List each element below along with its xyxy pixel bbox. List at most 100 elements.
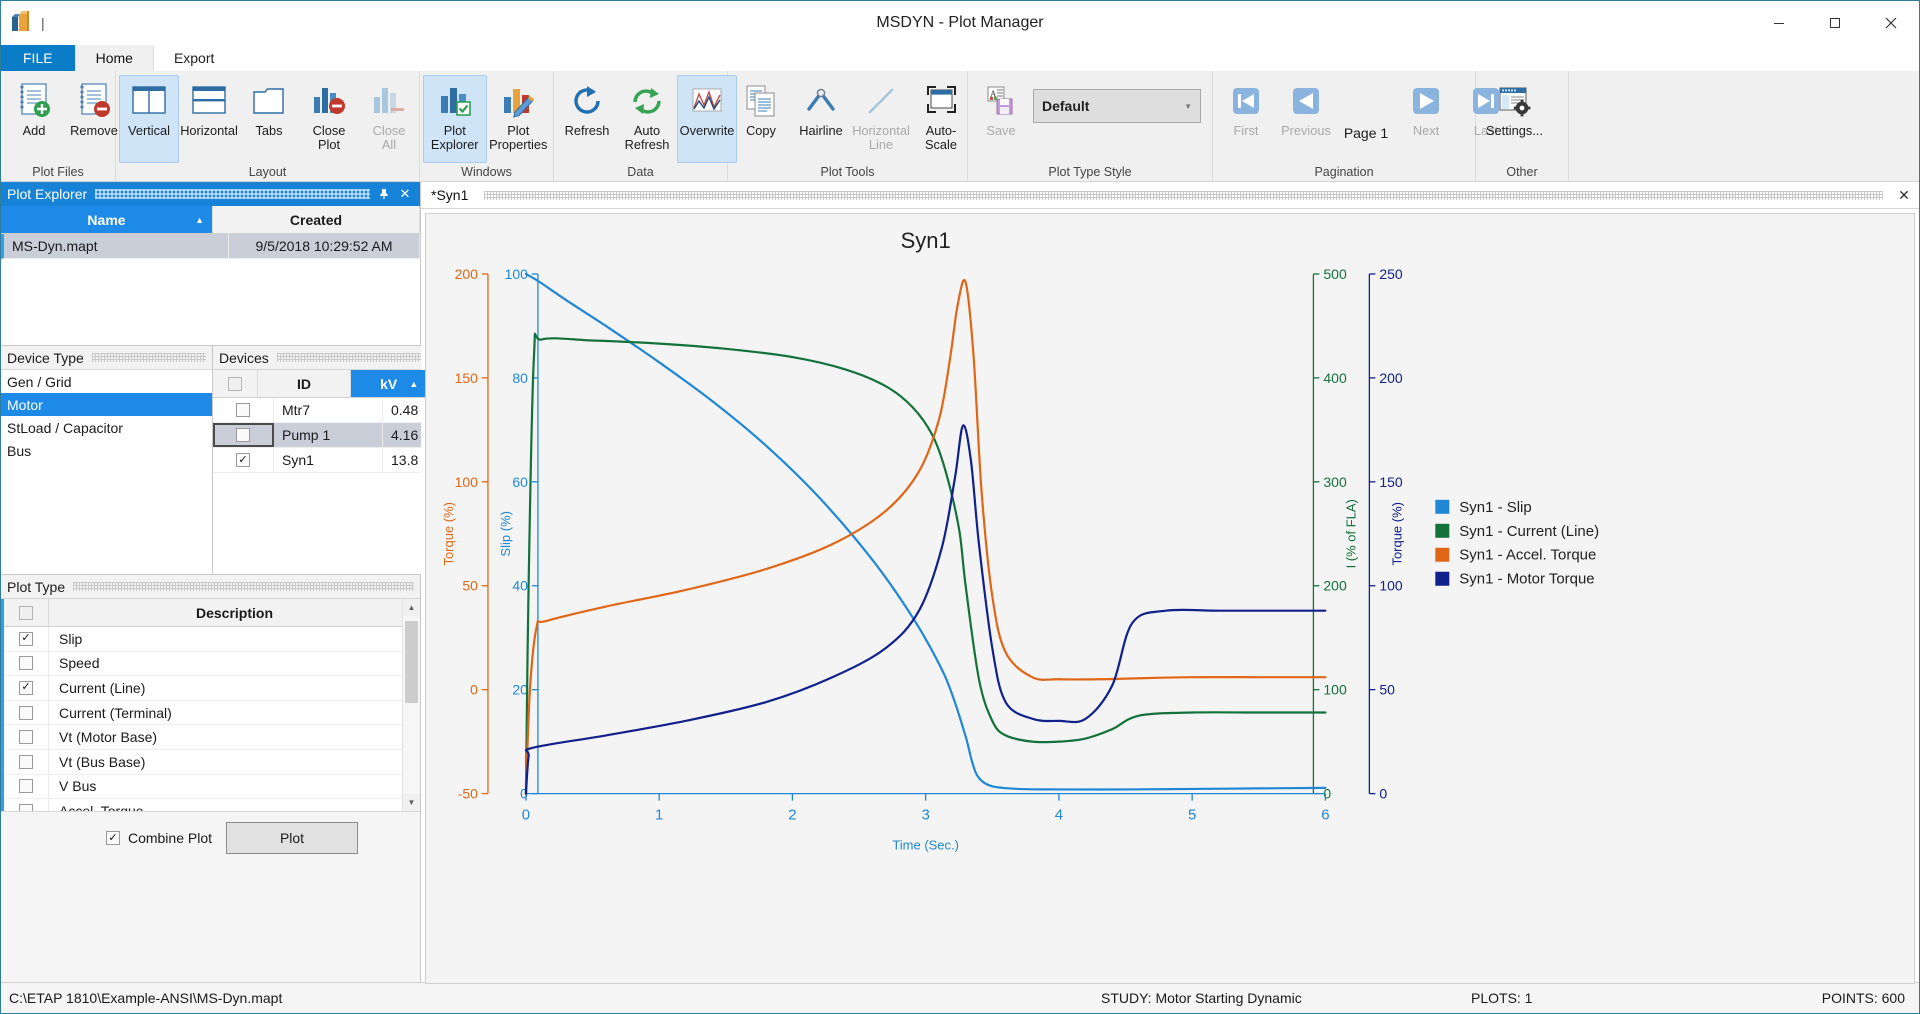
title-bar: | MSDYN - Plot Manager [1, 1, 1919, 45]
overwrite-label: Overwrite [680, 124, 735, 138]
hairline-button[interactable]: Hairline [791, 75, 851, 163]
plot-type-checkbox[interactable] [19, 779, 33, 793]
plot-manager-window: | MSDYN - Plot Manager FILE Home Export [0, 0, 1920, 1014]
refresh-button[interactable]: Refresh [557, 75, 617, 163]
next-page-button[interactable]: Next [1396, 75, 1456, 163]
copy-button[interactable]: Copy [731, 75, 791, 163]
devices-select-all-header[interactable] [213, 370, 258, 398]
previous-page-button[interactable]: Previous [1276, 75, 1336, 163]
plot-type-scrollbar[interactable]: ▲ ▼ [402, 599, 420, 811]
device-checkbox-cell[interactable]: ✓ [213, 448, 274, 472]
device-checkbox[interactable]: ✓ [236, 453, 250, 467]
auto-scale-button[interactable]: Auto-Scale [911, 75, 971, 163]
select-all-checkbox[interactable] [228, 377, 242, 391]
scrollbar-thumb[interactable] [405, 621, 418, 703]
close-button[interactable] [1863, 1, 1919, 45]
layout-vertical-label: Vertical [128, 124, 170, 138]
plot-type-style-combo[interactable]: Default ▼ [1033, 89, 1201, 123]
list-item[interactable]: V Bus [4, 775, 420, 800]
plot-type-checkbox[interactable] [19, 730, 33, 744]
table-row[interactable]: ✓ Syn1 13.8 [213, 448, 427, 473]
sidebar-item-stload-capacitor[interactable]: StLoad / Capacitor [1, 416, 212, 439]
pin-icon[interactable] [378, 188, 396, 200]
tab-syn1[interactable]: *Syn1 [421, 187, 478, 203]
list-item[interactable]: Vt (Motor Base) [4, 725, 420, 750]
layout-horizontal-button[interactable]: Horizontal [179, 75, 239, 163]
layout-vertical-button[interactable]: Vertical [119, 75, 179, 163]
ribbon-group-label-plot-tools: Plot Tools [731, 163, 964, 181]
close-all-button[interactable]: Close All [359, 75, 419, 163]
tab-home[interactable]: Home [75, 44, 154, 71]
device-id-cell: Syn1 [274, 448, 383, 472]
sidebar-item-motor[interactable]: Motor [1, 393, 212, 416]
plot-type-select-all-header[interactable] [4, 599, 49, 626]
close-icon[interactable]: ✕ [396, 186, 414, 202]
plot-type-checkbox[interactable] [19, 656, 33, 670]
combine-plot-checkbox-row[interactable]: ✓ Combine Plot [106, 830, 212, 846]
plot-type-checkbox[interactable]: ✓ [19, 632, 33, 646]
plot-type-label: Slip [49, 631, 420, 647]
plot-type-checkbox[interactable]: ✓ [19, 681, 33, 695]
sidebar-item-gen-grid[interactable]: Gen / Grid [1, 370, 212, 393]
svg-text:200: 200 [1323, 578, 1347, 594]
tab-export[interactable]: Export [154, 45, 234, 71]
plot-type-caption: Plot Type [1, 575, 420, 599]
scroll-up-button[interactable]: ▲ [403, 599, 420, 616]
status-path: C:\ETAP 1810\Example-ANSI\MS-Dyn.mapt [1, 990, 282, 1006]
ribbon-filler [1569, 71, 1919, 181]
remove-button[interactable]: Remove [64, 75, 124, 163]
table-row[interactable]: MS-Dyn.mapt 9/5/2018 10:29:52 AM [1, 234, 420, 259]
column-header-description[interactable]: Description [49, 605, 420, 621]
table-row[interactable]: Mtr7 0.48 [213, 398, 427, 423]
plot-files-grid: Name ▲ Created MS-Dyn.mapt 9/5/2018 10:2… [1, 206, 420, 346]
file-created-cell: 9/5/2018 10:29:52 AM [229, 234, 420, 258]
device-checkbox-cell[interactable] [213, 423, 274, 447]
drag-grip[interactable] [95, 189, 370, 199]
settings-label: Settings... [1486, 124, 1543, 138]
svg-text:-50: -50 [458, 786, 478, 802]
list-item[interactable]: ✓Current (Line) [4, 676, 420, 701]
list-item[interactable]: ✓ Slip [4, 627, 420, 652]
close-plot-button[interactable]: Close Plot [299, 75, 359, 163]
plot-tab-close-icon[interactable]: ✕ [1889, 187, 1919, 204]
list-item[interactable]: Speed [4, 652, 420, 677]
plot-button[interactable]: Plot [226, 822, 358, 854]
column-header-kv[interactable]: kV ▲ [351, 370, 427, 398]
plot-canvas[interactable]: Syn1-50050100150200Torque (%)02040608010… [425, 213, 1915, 984]
device-checkbox-cell[interactable] [213, 398, 274, 422]
plot-type-checkbox[interactable] [19, 755, 33, 769]
scroll-down-button[interactable]: ▼ [403, 794, 420, 811]
ribbon-group-pagination: First Previous Page 1 [1213, 71, 1476, 181]
select-all-checkbox[interactable] [19, 606, 33, 620]
table-row[interactable]: Pump 1 4.16 [213, 423, 427, 448]
plot-explorer-button[interactable]: Plot Explorer [423, 75, 487, 163]
plot-properties-button[interactable]: Plot Properties [487, 75, 551, 163]
device-checkbox[interactable] [236, 403, 250, 417]
save-style-button[interactable]: A Save [971, 75, 1031, 163]
combine-plot-checkbox[interactable]: ✓ [106, 831, 120, 845]
auto-refresh-button[interactable]: Auto Refresh [617, 75, 677, 163]
list-item[interactable]: Accel. Torque [4, 799, 420, 811]
horizontal-line-button[interactable]: Horizontal Line [851, 75, 911, 163]
svg-text:300: 300 [1323, 474, 1347, 490]
sidebar-item-bus[interactable]: Bus [1, 439, 212, 462]
devices-caption-label: Devices [219, 350, 269, 366]
column-header-created[interactable]: Created [213, 206, 420, 234]
maximize-button[interactable] [1807, 1, 1863, 45]
quick-access-toolbar[interactable]: | [1, 9, 45, 37]
device-checkbox[interactable] [236, 428, 250, 442]
tab-file[interactable]: FILE [1, 45, 75, 71]
ribbon-group-windows: Plot Explorer Plot Properties [420, 71, 554, 181]
plot-type-checkbox[interactable] [19, 706, 33, 720]
minimize-button[interactable] [1751, 1, 1807, 45]
svg-text:100: 100 [505, 266, 529, 282]
list-item[interactable]: Vt (Bus Base) [4, 750, 420, 775]
settings-button[interactable]: Settings... [1479, 75, 1550, 163]
first-page-button[interactable]: First [1216, 75, 1276, 163]
plot-type-checkbox[interactable] [19, 804, 33, 811]
list-item[interactable]: Current (Terminal) [4, 701, 420, 726]
column-header-id[interactable]: ID [258, 370, 351, 398]
layout-tabs-button[interactable]: Tabs [239, 75, 299, 163]
add-button[interactable]: Add [4, 75, 64, 163]
column-header-name[interactable]: Name ▲ [1, 206, 213, 234]
